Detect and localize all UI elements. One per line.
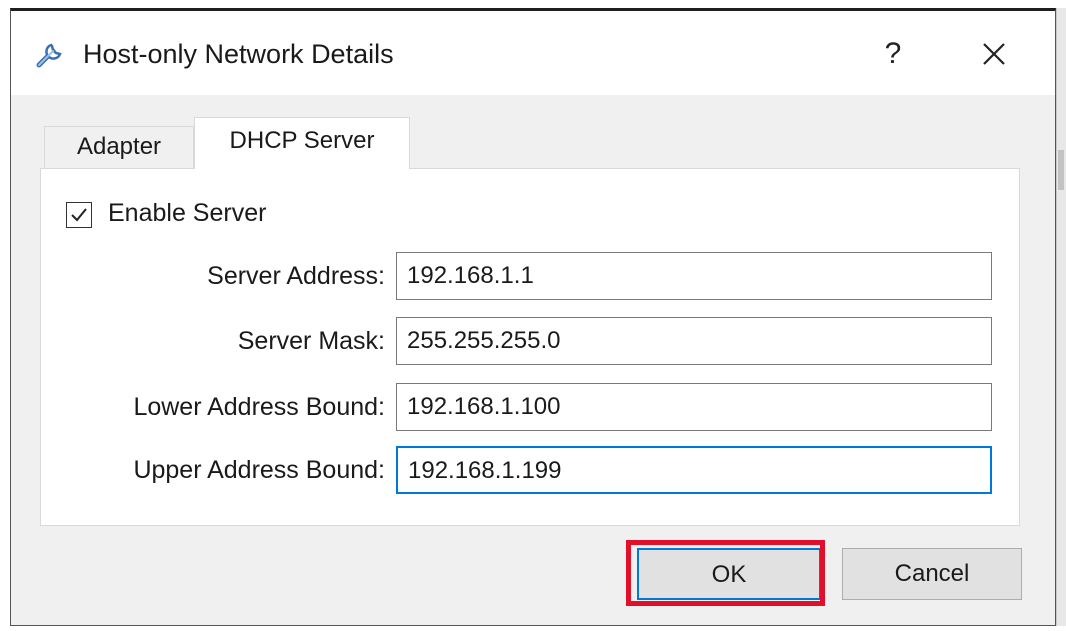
close-button[interactable] (961, 29, 1027, 79)
server-mask-label: Server Mask: (237, 327, 385, 355)
background-scrollbar-thumb (1058, 150, 1064, 190)
enable-server-label[interactable]: Enable Server (108, 199, 266, 228)
help-button[interactable]: ? (863, 29, 923, 79)
close-icon (983, 42, 1005, 65)
tab-dhcp-server[interactable]: DHCP Server (194, 117, 410, 169)
cancel-button[interactable]: Cancel (842, 548, 1022, 600)
upper-address-bound-label: Upper Address Bound: (133, 456, 385, 484)
lower-address-bound-label: Lower Address Bound: (133, 393, 385, 421)
lower-address-bound-input[interactable]: 192.168.1.100 (396, 383, 992, 431)
window-title: Host-only Network Details (83, 39, 394, 69)
enable-server-checkbox[interactable] (66, 202, 92, 228)
title-bar: Host-only Network Details ? (11, 11, 1055, 95)
server-mask-input[interactable]: 255.255.255.0 (396, 317, 992, 365)
server-address-input[interactable]: 192.168.1.1 (396, 252, 992, 300)
tab-adapter[interactable]: Adapter (44, 126, 194, 168)
wrench-icon (33, 37, 67, 71)
upper-address-bound-input[interactable]: 192.168.1.199 (396, 446, 992, 494)
ok-button[interactable]: OK (637, 548, 821, 600)
server-address-label: Server Address: (207, 262, 385, 290)
background-window-edge (1056, 8, 1066, 626)
checkmark-icon (71, 208, 87, 222)
